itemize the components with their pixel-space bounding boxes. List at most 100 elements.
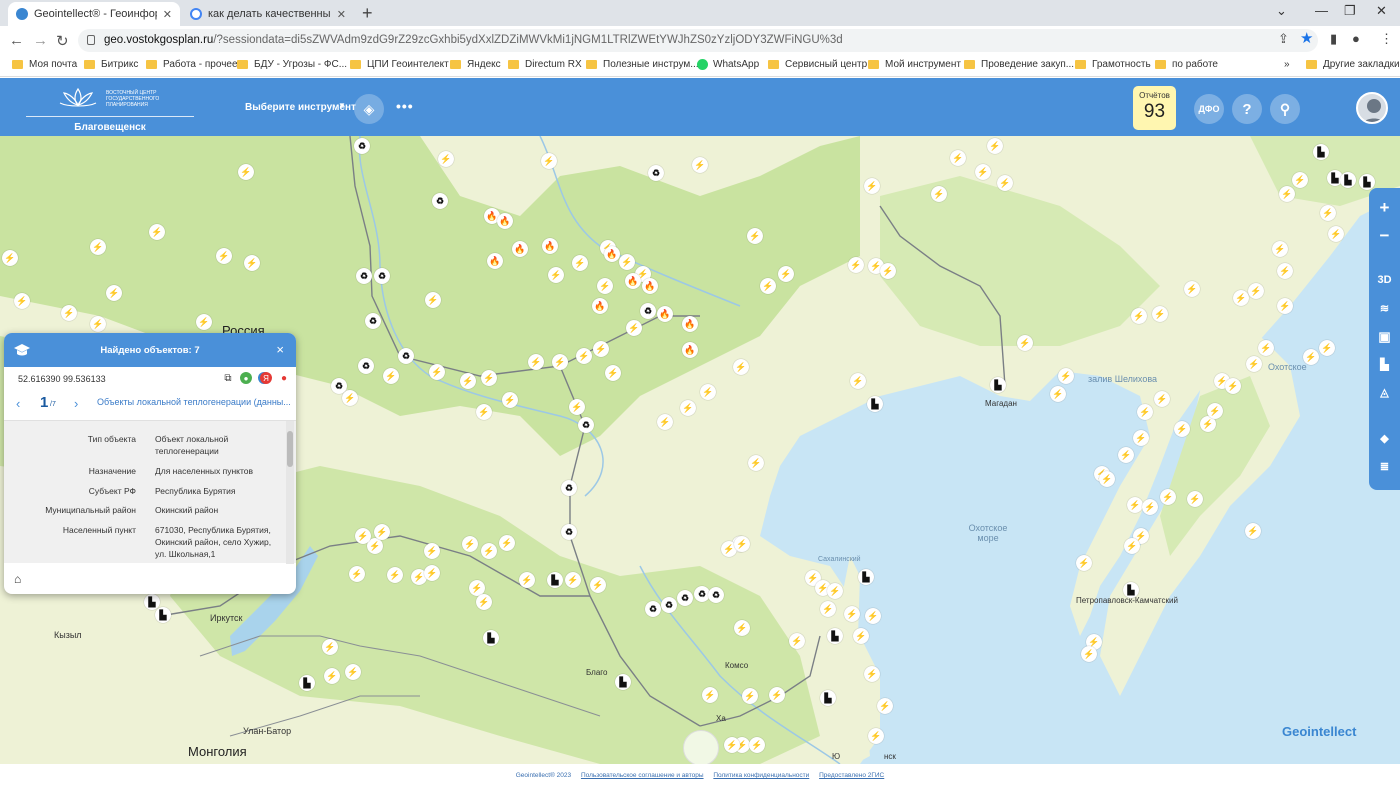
- power-marker-icon[interactable]: ⚡: [593, 341, 609, 357]
- power-marker-icon[interactable]: ⚡: [1246, 356, 1262, 372]
- recycle-marker-icon[interactable]: ♻: [354, 138, 370, 154]
- bookmark-item[interactable]: Битрикс: [84, 59, 138, 70]
- fire-marker-icon[interactable]: 🔥: [604, 246, 620, 262]
- power-marker-icon[interactable]: ⚡: [244, 255, 260, 271]
- caret-down-icon[interactable]: ▼: [338, 101, 346, 110]
- browser-tab[interactable]: как делать качественные сним ✕: [182, 2, 354, 26]
- recycle-marker-icon[interactable]: ♻: [677, 590, 693, 606]
- share-icon[interactable]: ⇪: [1278, 31, 1289, 47]
- bookmark-item[interactable]: ЦПИ Геоинтелект: [350, 59, 449, 70]
- sidepanel-icon[interactable]: ▮: [1330, 31, 1337, 47]
- bookmark-item[interactable]: Работа - прочее: [146, 59, 238, 70]
- recycle-marker-icon[interactable]: ♻: [648, 165, 664, 181]
- power-marker-icon[interactable]: ⚡: [1137, 404, 1153, 420]
- power-marker-icon[interactable]: ⚡: [1245, 523, 1261, 539]
- recycle-marker-icon[interactable]: ♻: [398, 348, 414, 364]
- power-marker-icon[interactable]: ⚡: [460, 373, 476, 389]
- factory-marker-icon[interactable]: ▙: [867, 396, 883, 412]
- zoom-in-button[interactable]: +: [1369, 198, 1400, 218]
- power-marker-icon[interactable]: ⚡: [1154, 391, 1170, 407]
- power-marker-icon[interactable]: ⚡: [90, 316, 106, 332]
- search-button[interactable]: ⚲: [1270, 94, 1300, 124]
- power-marker-icon[interactable]: ⚡: [997, 175, 1013, 191]
- bookmark-item[interactable]: Directum RX: [508, 59, 582, 70]
- ruler-icon[interactable]: ◆: [1369, 432, 1400, 445]
- factory-marker-icon[interactable]: ▙: [483, 630, 499, 646]
- power-marker-icon[interactable]: ⚡: [576, 348, 592, 364]
- dfo-button[interactable]: ДФО: [1194, 94, 1224, 124]
- fire-marker-icon[interactable]: 🔥: [642, 278, 658, 294]
- power-marker-icon[interactable]: ⚡: [1233, 290, 1249, 306]
- power-marker-icon[interactable]: ⚡: [877, 698, 893, 714]
- footer-terms-link[interactable]: Пользовательское соглашение и авторы: [581, 772, 704, 779]
- power-marker-icon[interactable]: ⚡: [657, 414, 673, 430]
- recycle-marker-icon[interactable]: ♻: [561, 524, 577, 540]
- prev-result-icon[interactable]: ‹: [16, 396, 20, 411]
- power-marker-icon[interactable]: ⚡: [702, 687, 718, 703]
- recycle-marker-icon[interactable]: ♻: [358, 358, 374, 374]
- power-marker-icon[interactable]: ⚡: [499, 535, 515, 551]
- power-marker-icon[interactable]: ⚡: [438, 151, 454, 167]
- factory-marker-icon[interactable]: ▙: [1340, 172, 1356, 188]
- power-marker-icon[interactable]: ⚡: [1187, 491, 1203, 507]
- more-menu-icon[interactable]: •••: [396, 98, 414, 114]
- power-marker-icon[interactable]: ⚡: [864, 178, 880, 194]
- power-marker-icon[interactable]: ⚡: [880, 263, 896, 279]
- power-marker-icon[interactable]: ⚡: [619, 254, 635, 270]
- fire-marker-icon[interactable]: 🔥: [487, 253, 503, 269]
- factory-marker-icon[interactable]: ▙: [1359, 174, 1375, 190]
- power-marker-icon[interactable]: ⚡: [734, 536, 750, 552]
- power-marker-icon[interactable]: ⚡: [1207, 403, 1223, 419]
- power-marker-icon[interactable]: ⚡: [1225, 378, 1241, 394]
- power-marker-icon[interactable]: ⚡: [778, 266, 794, 282]
- power-marker-icon[interactable]: ⚡: [853, 628, 869, 644]
- bookmark-star-icon[interactable]: ★: [1300, 29, 1313, 47]
- power-marker-icon[interactable]: ⚡: [548, 267, 564, 283]
- bookmark-item[interactable]: WhatsApp: [697, 59, 759, 70]
- power-marker-icon[interactable]: ⚡: [1319, 340, 1335, 356]
- power-marker-icon[interactable]: ⚡: [850, 373, 866, 389]
- power-marker-icon[interactable]: ⚡: [1272, 241, 1288, 257]
- factory-marker-icon[interactable]: ▙: [1313, 144, 1329, 160]
- power-marker-icon[interactable]: ⚡: [1292, 172, 1308, 188]
- yandex-icon[interactable]: Я: [260, 372, 272, 384]
- bookmark-item[interactable]: Сервисный центр: [768, 59, 867, 70]
- factory-marker-icon[interactable]: ▙: [547, 572, 563, 588]
- new-tab-icon[interactable]: +: [362, 3, 373, 24]
- google-maps-icon[interactable]: ●: [240, 372, 252, 384]
- power-marker-icon[interactable]: ⚡: [1058, 368, 1074, 384]
- power-marker-icon[interactable]: ⚡: [760, 278, 776, 294]
- factory-marker-icon[interactable]: ▙: [827, 628, 843, 644]
- power-marker-icon[interactable]: ⚡: [864, 666, 880, 682]
- power-marker-icon[interactable]: ⚡: [90, 239, 106, 255]
- factory-marker-icon[interactable]: ▙: [858, 569, 874, 585]
- power-marker-icon[interactable]: ⚡: [742, 688, 758, 704]
- power-marker-icon[interactable]: ⚡: [680, 400, 696, 416]
- power-marker-icon[interactable]: ⚡: [502, 392, 518, 408]
- power-marker-icon[interactable]: ⚡: [1279, 186, 1295, 202]
- power-marker-icon[interactable]: ⚡: [481, 543, 497, 559]
- power-marker-icon[interactable]: ⚡: [605, 365, 621, 381]
- power-marker-icon[interactable]: ⚡: [383, 368, 399, 384]
- bookmark-item[interactable]: Грамотность: [1075, 59, 1151, 70]
- recycle-marker-icon[interactable]: ♻: [561, 480, 577, 496]
- recycle-marker-icon[interactable]: ♻: [356, 268, 372, 284]
- power-marker-icon[interactable]: ⚡: [769, 687, 785, 703]
- power-marker-icon[interactable]: ⚡: [626, 320, 642, 336]
- layers-button[interactable]: ◈: [354, 94, 384, 124]
- profile-icon[interactable]: ●: [1352, 31, 1360, 46]
- panel-close-button[interactable]: ×: [276, 342, 284, 357]
- fire-marker-icon[interactable]: 🔥: [682, 316, 698, 332]
- power-marker-icon[interactable]: ⚡: [1142, 499, 1158, 515]
- power-marker-icon[interactable]: ⚡: [597, 278, 613, 294]
- power-marker-icon[interactable]: ⚡: [748, 455, 764, 471]
- power-marker-icon[interactable]: ⚡: [1277, 298, 1293, 314]
- bookmark-item[interactable]: Полезные инструм...: [586, 59, 699, 70]
- power-marker-icon[interactable]: ⚡: [355, 528, 371, 544]
- factory-marker-icon[interactable]: ▙: [820, 690, 836, 706]
- power-marker-icon[interactable]: ⚡: [1127, 497, 1143, 513]
- factory-marker-icon[interactable]: ▙: [615, 674, 631, 690]
- power-marker-icon[interactable]: ⚡: [424, 565, 440, 581]
- copy-icon[interactable]: ⧉: [222, 372, 234, 384]
- power-marker-icon[interactable]: ⚡: [216, 248, 232, 264]
